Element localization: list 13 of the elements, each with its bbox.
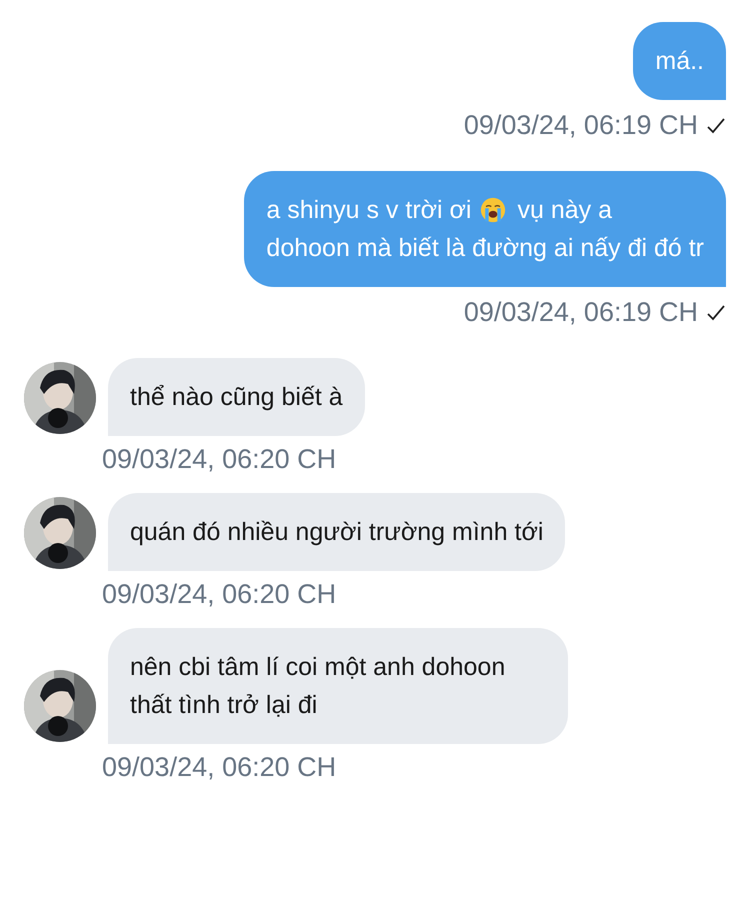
message-text: vụ này a <box>518 195 612 226</box>
message-text: quán đó nhiều người trường mình tới <box>130 517 544 548</box>
message-text: thể nào cũng biết à <box>130 382 343 413</box>
message-time: 09/03/24, 06:20 CH <box>102 579 336 610</box>
message-text: má.. <box>655 46 704 77</box>
message-time: 09/03/24, 06:19 CH <box>464 110 698 141</box>
message-time: 09/03/24, 06:20 CH <box>102 444 336 475</box>
message-time: 09/03/24, 06:19 CH <box>464 297 698 328</box>
message-text: nên cbi tâm lí coi một anh dohoon thất tình trở lại đi <box>130 652 506 721</box>
message-text: a shinyu s v trời ơi <box>266 195 472 226</box>
crying-face-icon <box>480 197 506 223</box>
message-text: dohoon mà biết là đường ai nấy đi đó tr <box>266 233 704 264</box>
message-time: 09/03/24, 06:20 CH <box>102 752 336 783</box>
